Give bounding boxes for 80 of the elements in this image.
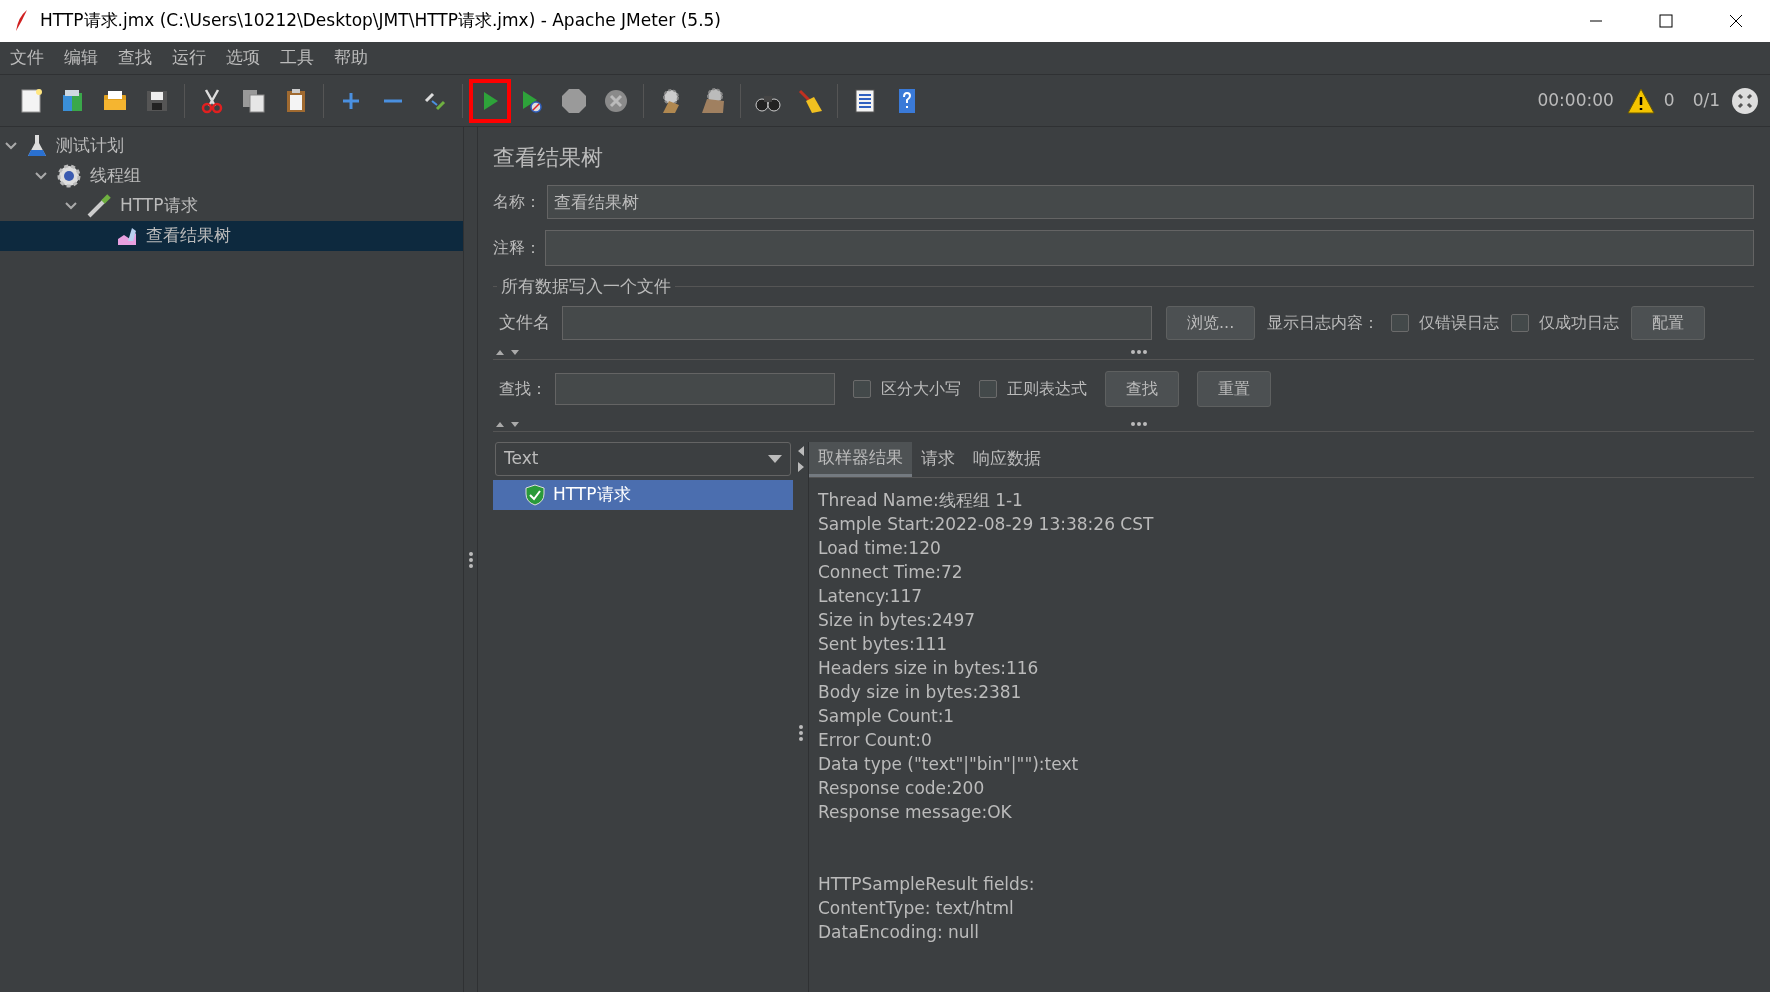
result-line: Sample Count:1 — [818, 704, 956, 728]
field-label: 查找： — [499, 377, 547, 400]
minus-icon — [384, 98, 402, 103]
field-label: 注释： — [493, 237, 541, 259]
tree-label: HTTP请求 — [120, 194, 198, 218]
result-line: Error Count:0 — [818, 728, 933, 752]
checkbox[interactable] — [1391, 313, 1410, 332]
result-line: Body size in bytes:2381 — [818, 680, 1023, 704]
result-line: Response message:OK — [818, 800, 1013, 824]
tree-item[interactable]: 测试计划 — [0, 131, 463, 161]
renderer-dropdown[interactable]: Text — [495, 441, 791, 476]
result-line: Sample Start:2022-08-29 13:38:26 CST — [818, 512, 1155, 536]
menu-item[interactable]: 选项 — [226, 45, 260, 71]
checkbox-label: 正则表达式 — [1007, 377, 1087, 400]
menu-item[interactable]: 运行 — [172, 45, 206, 71]
result-line: Response code:200 — [818, 776, 986, 800]
find-button[interactable]: 查找 — [1105, 370, 1179, 407]
field-label: 显示日志内容： — [1267, 311, 1380, 334]
tree-item[interactable]: 线程组 — [0, 161, 463, 191]
drag-handle-icon[interactable] — [797, 723, 804, 742]
result-line: Size in bytes:2497 — [818, 608, 977, 632]
result-line: DataEncoding: null — [818, 920, 981, 944]
stop-sign-icon — [560, 86, 588, 115]
field-label: 文件名 — [499, 310, 550, 334]
checkbox[interactable] — [853, 379, 871, 398]
shield-check-icon — [525, 483, 545, 506]
drag-handle-icon[interactable] — [1129, 421, 1148, 427]
menu-item[interactable]: 编辑 — [64, 45, 98, 71]
checkbox-label: 仅成功日志 — [1539, 311, 1620, 334]
tab[interactable]: 请求 — [912, 441, 964, 477]
checkbox-label: 仅错误日志 — [1419, 311, 1500, 334]
tree-label: 测试计划 — [56, 134, 124, 158]
flask-icon — [26, 134, 48, 158]
configure-button[interactable]: 配置 — [1631, 305, 1706, 340]
window-title: HTTP请求.jmx (C:\Users\10212\Desktop\JMT\HTTP请求.jmx) - Apache JMeter (5.5) — [40, 9, 721, 33]
menu-item[interactable]: 工具 — [280, 45, 314, 71]
tree-item[interactable]: HTTP请求 — [0, 191, 463, 221]
pipette-icon — [86, 193, 112, 219]
drag-handle-icon[interactable] — [1129, 349, 1148, 355]
browse-button[interactable]: 浏览... — [1166, 305, 1256, 340]
warning-icon[interactable] — [1625, 86, 1656, 115]
result-line: Load time:120 — [818, 536, 942, 560]
panel-title: 查看结果树 — [493, 145, 603, 170]
result-item[interactable]: HTTP请求 — [493, 479, 793, 510]
checkbox[interactable] — [979, 379, 997, 398]
checkbox[interactable] — [1511, 313, 1530, 332]
tree-item[interactable]: 查看结果树 — [0, 221, 463, 251]
globe-icon[interactable] — [1730, 85, 1760, 116]
search-field[interactable] — [555, 372, 835, 405]
menu-item[interactable]: 文件 — [10, 45, 44, 71]
elapsed-time: 00:00:00 — [1537, 88, 1614, 112]
warning-count: 0 — [1663, 88, 1675, 112]
field-label: 名称： — [493, 191, 541, 213]
gear-icon — [56, 163, 82, 189]
tab[interactable]: 响应数据 — [964, 441, 1050, 477]
result-line: ContentType: text/html — [818, 896, 1015, 920]
result-line: Latency:117 — [818, 584, 924, 608]
result-line: Headers size in bytes:116 — [818, 656, 1040, 680]
tree-label: 查看结果树 — [146, 224, 231, 248]
tab[interactable]: 取样器结果 — [809, 441, 912, 477]
name-field[interactable]: 查看结果树 — [547, 185, 1754, 219]
result-line: Data type ("text"|"bin"|""):text — [818, 752, 1080, 776]
result-line: Connect Time:72 — [818, 560, 964, 584]
group-title: 所有数据写入一个文件 — [501, 275, 671, 298]
filename-field[interactable] — [562, 305, 1152, 340]
chart-icon — [116, 225, 138, 247]
feather-icon — [14, 9, 30, 33]
tree-label: 线程组 — [90, 164, 141, 188]
thread-count: 0/1 — [1692, 88, 1720, 112]
comment-field[interactable] — [545, 230, 1754, 266]
result-line: Thread Name:线程组 1-1 — [818, 488, 1024, 512]
menu-item[interactable]: 查找 — [118, 45, 152, 71]
reset-button[interactable]: 重置 — [1197, 370, 1271, 407]
result-line: HTTPSampleResult fields: — [818, 872, 1036, 896]
menu-item[interactable]: 帮助 — [334, 45, 368, 71]
drag-handle-icon[interactable] — [467, 550, 474, 569]
dropdown-arrow-icon — [768, 454, 782, 463]
result-line: Sent bytes:111 — [818, 632, 949, 656]
split-arrows-icon[interactable] — [796, 443, 805, 474]
checkbox-label: 区分大小写 — [881, 377, 961, 400]
